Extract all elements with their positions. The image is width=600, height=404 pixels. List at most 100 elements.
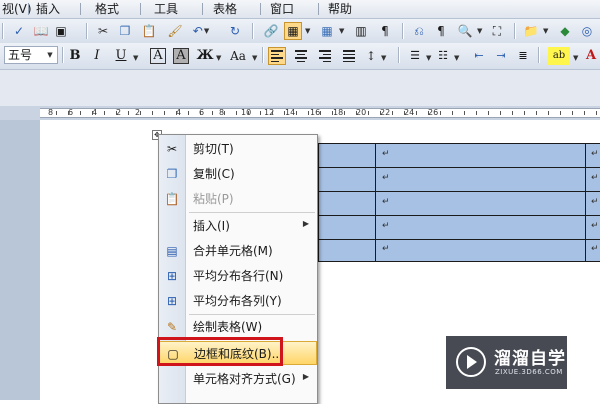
context-menu-item-copy[interactable]: ❐ 复制(C) <box>159 162 317 186</box>
underline-button[interactable]: U <box>112 47 130 65</box>
ruler-number: 8 <box>48 108 54 117</box>
ruler-tick <box>356 111 357 115</box>
increase-indent-icon[interactable]: ⇥ <box>492 47 510 65</box>
insert-table-icon[interactable]: ▦ <box>318 22 336 40</box>
spelling-icon[interactable]: ✓ <box>10 22 28 40</box>
menu-table[interactable]: 表格 <box>213 1 237 17</box>
bullets-icon[interactable]: ☷ <box>434 47 452 65</box>
table-cell[interactable] <box>318 143 376 168</box>
chevron-down-icon[interactable]: ▼ <box>573 54 578 62</box>
ruler-tick <box>476 111 477 115</box>
line-spacing-icon[interactable]: ↕ <box>362 47 380 65</box>
research-icon[interactable]: 📖 <box>32 22 50 40</box>
table-cell[interactable] <box>375 143 586 168</box>
chevron-down-icon[interactable]: ▼ <box>381 54 386 62</box>
format-painter-icon[interactable]: 🖌 <box>166 22 184 40</box>
chevron-down-icon[interactable]: ▼ <box>44 48 56 62</box>
numbering-icon[interactable]: ☰ <box>406 47 424 65</box>
font-size-select[interactable]: 五号 ▼ <box>4 46 58 64</box>
menu-separator <box>80 3 81 15</box>
cell-end-mark: ↵ <box>382 244 390 254</box>
ruler-tick <box>428 111 429 115</box>
show-hide-icon[interactable]: ¶ <box>376 22 394 40</box>
chevron-down-icon[interactable]: ▼ <box>477 27 482 35</box>
context-menu-item-cut[interactable]: ✂ 剪切(T) <box>159 137 317 161</box>
chevron-down-icon[interactable]: ▼ <box>252 54 257 62</box>
drawing-icon[interactable]: ⎌ <box>410 22 428 40</box>
character-border-button[interactable]: A <box>150 48 166 64</box>
menu-separator <box>318 3 319 15</box>
context-menu-item-distribute-columns[interactable]: ⊞ 平均分布各列(Y) <box>159 289 317 313</box>
align-right-icon[interactable] <box>316 47 334 65</box>
ruler-tick <box>500 111 501 115</box>
outline-icon[interactable]: ≣ <box>514 47 532 65</box>
open-folder-icon[interactable]: 📁 <box>522 22 540 40</box>
ruler-tick <box>80 111 81 115</box>
highlight-button[interactable]: ab <box>548 47 570 65</box>
ruler-number: 14 <box>285 108 296 117</box>
paste-icon[interactable]: 📋 <box>140 22 158 40</box>
bold-button[interactable]: B <box>66 47 84 65</box>
character-spacing-icon[interactable]: Ж <box>196 47 214 65</box>
chevron-down-icon[interactable]: ▼ <box>339 27 344 35</box>
context-menu-item-insert[interactable]: 插入(I) ▶ <box>159 214 317 238</box>
ruler-tick <box>596 111 597 115</box>
context-menu-item-draw-table[interactable]: ✎ 绘制表格(W) <box>159 315 317 339</box>
chevron-down-icon[interactable]: ▼ <box>543 27 548 35</box>
toolbar-separator <box>538 47 540 63</box>
table-cell[interactable] <box>318 239 376 262</box>
table-cell[interactable] <box>375 215 586 240</box>
formatting-toolbar: 五号 ▼ B I U ▼ A A Ж ▼ Aa ▼ ↕ ▼ ☰ ▼ ☷ ▼ ⇤ … <box>0 43 600 70</box>
cell-end-mark: ↵ <box>382 221 390 231</box>
chevron-down-icon[interactable]: ▼ <box>426 54 431 62</box>
justify-icon[interactable] <box>340 47 358 65</box>
chevron-down-icon[interactable]: ▼ <box>133 54 138 62</box>
tables-borders-icon[interactable]: ▦ <box>284 22 302 40</box>
font-color-icon[interactable]: A <box>582 47 600 65</box>
columns-icon[interactable]: ▥ <box>352 22 370 40</box>
menu-help[interactable]: 帮助 <box>328 1 352 17</box>
menu-tools[interactable]: 工具 <box>154 1 178 17</box>
cell-end-mark: ↵ <box>591 173 599 183</box>
menu-insert[interactable]: 插入 <box>36 1 60 17</box>
cut-icon[interactable]: ✂ <box>94 22 112 40</box>
ruler-tick <box>176 111 177 115</box>
paste-icon: 📋 <box>164 192 180 206</box>
ruler-number: 22 <box>380 108 391 117</box>
permission-icon[interactable]: ▣ <box>52 22 70 40</box>
menu-window[interactable]: 窗口 <box>270 1 294 17</box>
ruler-tick <box>104 111 105 115</box>
chevron-down-icon[interactable]: ▼ <box>216 54 221 62</box>
table-cell[interactable] <box>375 167 586 192</box>
align-left-icon[interactable] <box>268 47 286 65</box>
decrease-indent-icon[interactable]: ⇤ <box>470 47 488 65</box>
zoom-icon[interactable]: 🔍 <box>456 22 474 40</box>
align-center-icon[interactable] <box>292 47 310 65</box>
document-map-icon[interactable]: ¶ <box>432 22 450 40</box>
context-menu-item-cell-alignment[interactable]: 单元格对齐方式(G) ▶ <box>159 367 317 391</box>
table-cell[interactable] <box>318 191 376 216</box>
menu-format[interactable]: 格式 <box>95 1 119 17</box>
redo-icon[interactable]: ↻ <box>226 22 244 40</box>
ruler-number: 26 <box>428 108 439 117</box>
italic-button[interactable]: I <box>88 47 106 65</box>
chevron-down-icon[interactable]: ▼ <box>454 54 459 62</box>
draw-table-icon: ✎ <box>166 320 178 334</box>
context-menu-item-distribute-rows[interactable]: ⊞ 平均分布各行(N) <box>159 264 317 288</box>
table-cell[interactable] <box>318 167 376 192</box>
favorites-icon[interactable]: ◆ <box>556 22 574 40</box>
character-shading-button[interactable]: A <box>173 48 189 64</box>
undo-icon[interactable]: ↶ ▼ <box>192 22 210 40</box>
font-scale-button[interactable]: Aa <box>226 47 250 65</box>
hyperlink-icon[interactable]: 🔗 <box>262 22 280 40</box>
table-cell[interactable] <box>375 191 586 216</box>
ruler-number: 16 <box>310 108 321 117</box>
context-menu-item-merge-cells[interactable]: ▤ 合并单元格(M) <box>159 239 317 263</box>
reading-mode-icon[interactable]: ⛶ <box>488 22 506 40</box>
copy-icon[interactable]: ❐ <box>116 22 134 40</box>
table-cell[interactable] <box>375 239 586 262</box>
web-icon[interactable]: ◎ <box>578 22 596 40</box>
chevron-down-icon[interactable]: ▼ <box>305 27 310 35</box>
ruler-tick <box>308 111 309 115</box>
table-cell[interactable] <box>318 215 376 240</box>
